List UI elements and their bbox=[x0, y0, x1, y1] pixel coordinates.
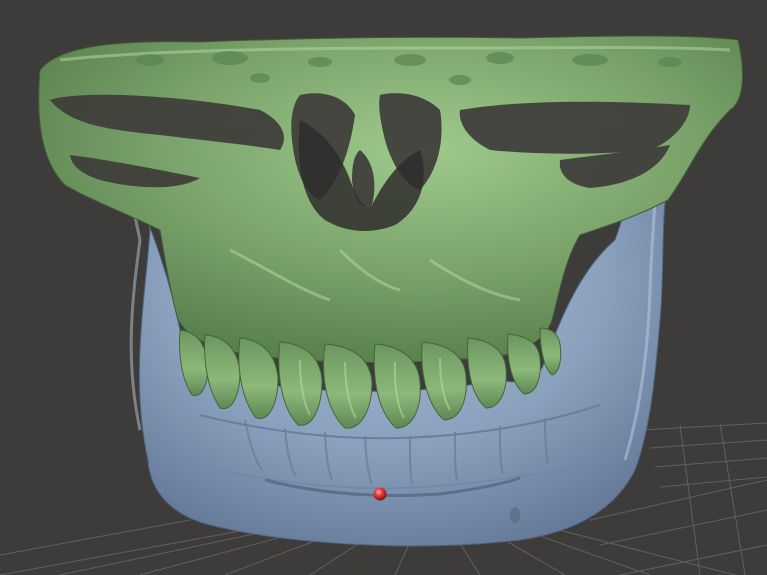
scene-canvas[interactable] bbox=[0, 0, 767, 575]
3d-viewport[interactable] bbox=[0, 0, 767, 575]
landmark-marker[interactable] bbox=[373, 487, 387, 501]
